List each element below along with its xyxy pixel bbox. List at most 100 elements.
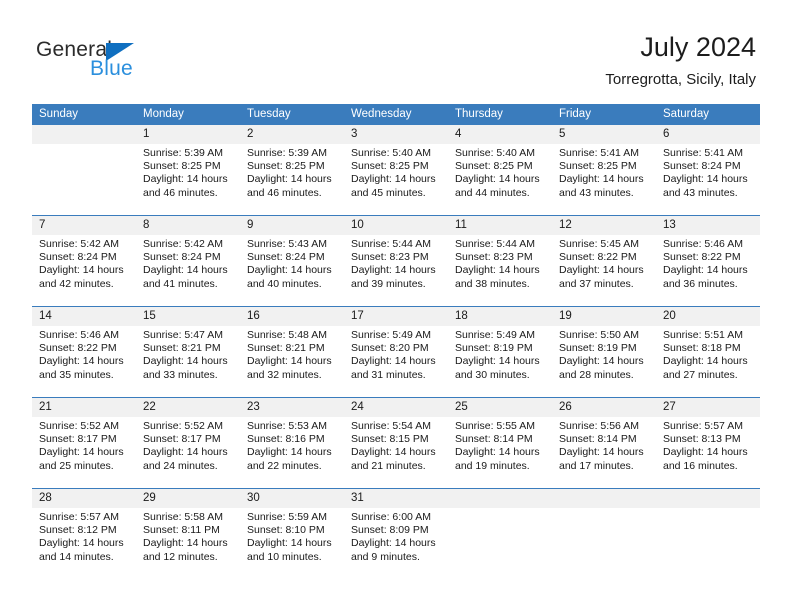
day-number[interactable]: 6 (656, 125, 760, 144)
day-detail-line: and 38 minutes. (455, 277, 530, 290)
day-cell[interactable]: Sunrise: 5:40 AM Sunset: 8:25 PM Daylight:… (448, 144, 552, 215)
day-content-row: Sunrise: 5:42 AM Sunset: 8:24 PM Daylight:… (32, 235, 760, 306)
day-cell[interactable]: Sunrise: 5:50 AM Sunset: 8:19 PM Daylight:… (552, 326, 656, 397)
general-blue-logo: General Blue (36, 38, 206, 86)
day-number[interactable]: 9 (240, 216, 344, 235)
day-detail-line: and 43 minutes. (559, 186, 634, 199)
day-detail-line: Sunset: 8:25 PM (351, 160, 429, 173)
day-number[interactable]: 2 (240, 125, 344, 144)
day-cell[interactable]: Sunrise: 5:48 AM Sunset: 8:21 PM Daylight:… (240, 326, 344, 397)
day-number[interactable]: 30 (240, 489, 344, 508)
day-detail-line: and 39 minutes. (351, 277, 426, 290)
day-detail-line: and 30 minutes. (455, 368, 530, 381)
day-number[interactable]: 21 (32, 398, 136, 417)
day-cell[interactable]: Sunrise: 5:44 AM Sunset: 8:23 PM Daylight:… (344, 235, 448, 306)
day-number[interactable]: 26 (552, 398, 656, 417)
day-cell[interactable]: Sunrise: 5:42 AM Sunset: 8:24 PM Daylight:… (32, 235, 136, 306)
day-number[interactable]: 7 (32, 216, 136, 235)
day-cell[interactable]: Sunrise: 5:41 AM Sunset: 8:24 PM Daylight:… (656, 144, 760, 215)
day-detail-line: and 27 minutes. (663, 368, 738, 381)
day-detail-line: Sunset: 8:22 PM (39, 342, 117, 355)
day-cell[interactable]: Sunrise: 5:46 AM Sunset: 8:22 PM Daylight:… (656, 235, 760, 306)
day-number[interactable]: 22 (136, 398, 240, 417)
day-cell[interactable]: Sunrise: 5:45 AM Sunset: 8:22 PM Daylight:… (552, 235, 656, 306)
day-detail-line: Sunset: 8:10 PM (247, 524, 325, 537)
day-cell[interactable]: Sunrise: 6:00 AM Sunset: 8:09 PM Daylight:… (344, 508, 448, 579)
day-number[interactable]: 18 (448, 307, 552, 326)
day-cell[interactable]: Sunrise: 5:49 AM Sunset: 8:19 PM Daylight:… (448, 326, 552, 397)
day-number[interactable]: 1 (136, 125, 240, 144)
day-detail-line: Daylight: 14 hours (663, 264, 748, 277)
day-detail-line: Sunset: 8:18 PM (663, 342, 741, 355)
day-detail-line: Sunset: 8:23 PM (351, 251, 429, 264)
weekday-header-saturday: Saturday (663, 108, 710, 120)
day-cell[interactable]: Sunrise: 5:56 AM Sunset: 8:14 PM Daylight:… (552, 417, 656, 488)
day-cell[interactable]: Sunrise: 5:39 AM Sunset: 8:25 PM Daylight:… (136, 144, 240, 215)
day-detail-line: Daylight: 14 hours (559, 264, 644, 277)
day-number[interactable]: 23 (240, 398, 344, 417)
day-cell[interactable]: Sunrise: 5:54 AM Sunset: 8:15 PM Daylight:… (344, 417, 448, 488)
day-cell[interactable]: Sunrise: 5:53 AM Sunset: 8:16 PM Daylight:… (240, 417, 344, 488)
weekday-header-tuesday: Tuesday (247, 108, 291, 120)
day-number[interactable]: 5 (552, 125, 656, 144)
day-cell[interactable]: Sunrise: 5:52 AM Sunset: 8:17 PM Daylight:… (136, 417, 240, 488)
day-cell[interactable]: Sunrise: 5:43 AM Sunset: 8:24 PM Daylight:… (240, 235, 344, 306)
day-detail-line: Daylight: 14 hours (351, 173, 436, 186)
day-number[interactable]: 19 (552, 307, 656, 326)
weekday-header-thursday: Thursday (455, 108, 503, 120)
day-cell[interactable]: Sunrise: 5:39 AM Sunset: 8:25 PM Daylight:… (240, 144, 344, 215)
day-number[interactable]: 17 (344, 307, 448, 326)
day-cell[interactable]: Sunrise: 5:58 AM Sunset: 8:11 PM Daylight:… (136, 508, 240, 579)
day-cell[interactable]: Sunrise: 5:52 AM Sunset: 8:17 PM Daylight:… (32, 417, 136, 488)
day-detail-line: Sunrise: 5:58 AM (143, 511, 223, 523)
day-detail-line: and 24 minutes. (143, 459, 218, 472)
day-cell[interactable]: Sunrise: 5:44 AM Sunset: 8:23 PM Daylight:… (448, 235, 552, 306)
day-number[interactable]: 14 (32, 307, 136, 326)
day-cell[interactable]: Sunrise: 5:47 AM Sunset: 8:21 PM Daylight:… (136, 326, 240, 397)
day-number[interactable]: 31 (344, 489, 448, 508)
day-number[interactable]: 29 (136, 489, 240, 508)
calendar-weeks: 1 2 3 4 5 6 Sunrise: 5:39 AM Sunset: 8:25 PM Day… (32, 125, 760, 579)
day-number[interactable]: 25 (448, 398, 552, 417)
day-cell[interactable]: Sunrise: 5:46 AM Sunset: 8:22 PM Daylight:… (32, 326, 136, 397)
day-number[interactable]: 20 (656, 307, 760, 326)
day-number[interactable]: 27 (656, 398, 760, 417)
day-number[interactable]: 16 (240, 307, 344, 326)
day-detail-line: Sunset: 8:24 PM (143, 251, 221, 264)
day-number[interactable]: 10 (344, 216, 448, 235)
day-detail-line: Sunrise: 5:42 AM (39, 238, 119, 250)
day-cell[interactable]: Sunrise: 5:59 AM Sunset: 8:10 PM Daylight:… (240, 508, 344, 579)
day-number[interactable]: 12 (552, 216, 656, 235)
day-number[interactable]: 24 (344, 398, 448, 417)
day-detail-line: Sunset: 8:12 PM (39, 524, 117, 537)
weekday-header-sunday: Sunday (39, 108, 79, 120)
day-detail-line: and 42 minutes. (39, 277, 114, 290)
day-number[interactable]: 15 (136, 307, 240, 326)
day-number[interactable]: 4 (448, 125, 552, 144)
day-detail-line: Sunrise: 6:00 AM (351, 511, 431, 523)
day-number[interactable]: 11 (448, 216, 552, 235)
day-number-band: 28 29 30 31 (32, 489, 760, 508)
day-cell[interactable]: Sunrise: 5:40 AM Sunset: 8:25 PM Daylight:… (344, 144, 448, 215)
day-number[interactable]: 3 (344, 125, 448, 144)
day-detail-line: Sunset: 8:25 PM (247, 160, 325, 173)
day-detail-line: Sunset: 8:19 PM (559, 342, 637, 355)
day-detail-line: Sunset: 8:13 PM (663, 433, 741, 446)
day-cell[interactable]: Sunrise: 5:41 AM Sunset: 8:25 PM Daylight:… (552, 144, 656, 215)
day-detail-line: Sunrise: 5:42 AM (143, 238, 223, 250)
day-cell[interactable]: Sunrise: 5:57 AM Sunset: 8:13 PM Daylight:… (656, 417, 760, 488)
day-detail-line: Sunrise: 5:41 AM (559, 147, 639, 159)
day-detail-line: Sunrise: 5:56 AM (559, 420, 639, 432)
day-detail-line: Daylight: 14 hours (351, 355, 436, 368)
day-cell[interactable]: Sunrise: 5:57 AM Sunset: 8:12 PM Daylight:… (32, 508, 136, 579)
day-cell[interactable]: Sunrise: 5:55 AM Sunset: 8:14 PM Daylight:… (448, 417, 552, 488)
day-number[interactable]: 8 (136, 216, 240, 235)
day-cell[interactable]: Sunrise: 5:51 AM Sunset: 8:18 PM Daylight:… (656, 326, 760, 397)
day-cell[interactable]: Sunrise: 5:49 AM Sunset: 8:20 PM Daylight:… (344, 326, 448, 397)
day-detail-line: and 35 minutes. (39, 368, 114, 381)
day-cell[interactable]: Sunrise: 5:42 AM Sunset: 8:24 PM Daylight:… (136, 235, 240, 306)
day-detail-line: Daylight: 14 hours (143, 173, 228, 186)
day-detail-line: Sunset: 8:25 PM (559, 160, 637, 173)
day-number[interactable]: 28 (32, 489, 136, 508)
day-number[interactable]: 13 (656, 216, 760, 235)
